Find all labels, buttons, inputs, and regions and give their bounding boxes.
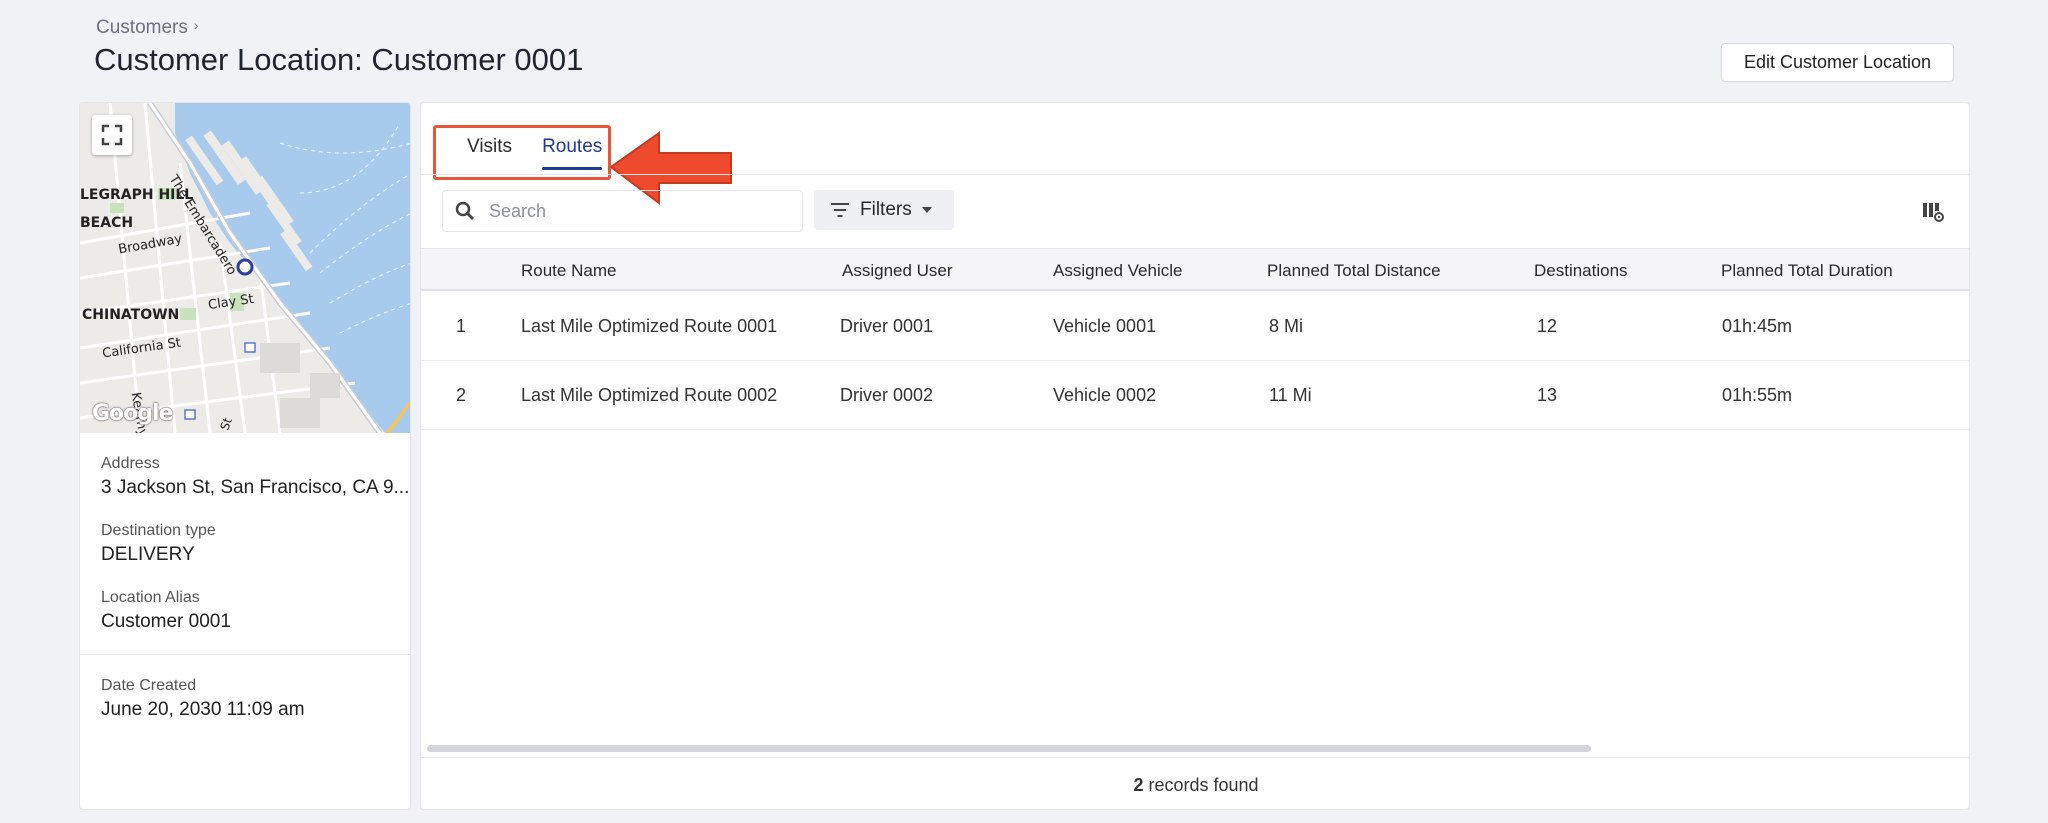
- filters-button[interactable]: Filters: [814, 190, 954, 230]
- assigned-vehicle-cell: Vehicle 0002: [1053, 385, 1157, 405]
- edit-customer-location-button[interactable]: Edit Customer Location: [1721, 43, 1954, 82]
- search-icon: [455, 201, 474, 220]
- search-field[interactable]: [442, 190, 803, 232]
- records-count: 2: [1133, 775, 1144, 795]
- column-header-assigned-user[interactable]: Assigned User: [842, 261, 953, 281]
- breadcrumb-customers-link[interactable]: Customers: [96, 17, 188, 39]
- date-created-label: Date Created: [101, 677, 197, 694]
- location-alias-label: Location Alias: [101, 589, 200, 606]
- map-label-beach: BEACH: [80, 215, 134, 231]
- google-logo: Google: [92, 401, 173, 426]
- planned-distance-cell: 11 Mi: [1269, 385, 1312, 405]
- details-divider: [80, 654, 410, 655]
- column-header-planned-total-distance[interactable]: Planned Total Distance: [1267, 261, 1441, 281]
- chevron-right-icon: ›: [193, 17, 199, 33]
- filters-label: Filters: [860, 199, 912, 220]
- page-title: Customer Location: Customer 0001: [94, 42, 584, 77]
- column-header-destinations[interactable]: Destinations: [1534, 261, 1628, 281]
- map-fullscreen-button[interactable]: [92, 115, 132, 155]
- planned-duration-cell: 01h:55m: [1722, 385, 1793, 405]
- breadcrumb: Customers ›: [96, 17, 199, 39]
- location-alias-value: Customer 0001: [101, 611, 231, 632]
- assigned-vehicle-cell: Vehicle 0001: [1053, 316, 1157, 336]
- records-suffix: records found: [1143, 775, 1259, 795]
- tabs-highlight-box: [433, 125, 611, 180]
- destination-type-label: Destination type: [101, 522, 216, 539]
- tabs-divider: [421, 174, 1969, 175]
- address-field: Address 3 Jackson St, San Francisco, CA …: [101, 455, 409, 499]
- row-index: 2: [456, 385, 467, 405]
- destinations-cell: 12: [1537, 316, 1558, 336]
- planned-distance-cell: 8 Mi: [1269, 316, 1304, 336]
- destination-type-field: Destination type DELIVERY: [101, 522, 216, 566]
- address-label: Address: [101, 455, 160, 472]
- location-map[interactable]: LEGRAPH HILL BEACH Broadway The Embarcad…: [80, 103, 410, 433]
- destination-type-value: DELIVERY: [101, 544, 195, 565]
- table-row[interactable]: 2 Last Mile Optimized Route 0002 Driver …: [421, 361, 1969, 430]
- column-header-assigned-vehicle[interactable]: Assigned Vehicle: [1053, 261, 1182, 281]
- caret-down-icon: [921, 207, 932, 213]
- table-header: Route Name Assigned User Assigned Vehicl…: [421, 248, 1969, 291]
- routes-panel: Visits Routes Filters Route Name Assign: [420, 102, 1970, 810]
- map-label-chinatown: CHINATOWN: [82, 307, 180, 323]
- footer-divider: [421, 757, 1969, 758]
- assigned-user-cell: Driver 0001: [840, 316, 934, 336]
- table-row[interactable]: 1 Last Mile Optimized Route 0001 Driver …: [421, 292, 1969, 361]
- search-input[interactable]: [489, 200, 769, 222]
- date-created-value: June 20, 2030 11:09 am: [101, 699, 305, 720]
- column-header-planned-total-duration[interactable]: Planned Total Duration: [1721, 261, 1893, 281]
- fullscreen-icon: [101, 124, 123, 146]
- route-name-cell[interactable]: Last Mile Optimized Route 0002: [521, 385, 777, 406]
- row-index: 1: [456, 316, 467, 336]
- records-found-text: 2 records found: [421, 775, 1969, 796]
- assigned-user-cell: Driver 0002: [840, 385, 934, 405]
- horizontal-scrollbar[interactable]: [427, 745, 1591, 752]
- address-value: 3 Jackson St, San Francisco, CA 9...: [101, 477, 410, 498]
- location-details-card: LEGRAPH HILL BEACH Broadway The Embarcad…: [79, 102, 411, 810]
- filter-icon: [831, 203, 849, 217]
- destinations-cell: 13: [1537, 385, 1558, 405]
- route-name-cell[interactable]: Last Mile Optimized Route 0001: [521, 316, 777, 337]
- date-created-field: Date Created June 20, 2030 11:09 am: [101, 677, 305, 721]
- column-header-route-name[interactable]: Route Name: [521, 261, 616, 281]
- location-alias-field: Location Alias Customer 0001: [101, 589, 231, 633]
- column-settings-icon[interactable]: [1921, 200, 1945, 224]
- planned-duration-cell: 01h:45m: [1722, 316, 1793, 336]
